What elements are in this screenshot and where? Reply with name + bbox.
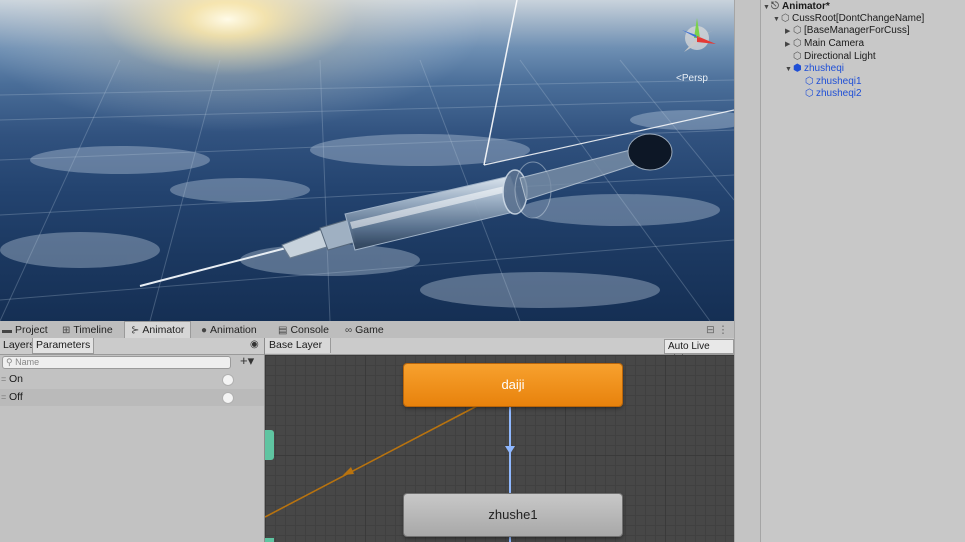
animation-icon: ● [201,325,208,336]
bottom-tab-bar: ▬ Project ⊞ Timeline ⊱ Animator ● Animation … [0,321,734,339]
tab-parameters[interactable]: Parameters [32,338,95,354]
parameters-panel: Layers Parameters ◉ ⚲ Name +▾ = On = Off [0,338,265,542]
tab-timeline[interactable]: ⊞ Timeline [62,322,113,338]
parameter-search-input[interactable]: ⚲ Name [2,356,231,369]
state-zhushe1[interactable]: zhushe1 [404,494,622,536]
hierarchy-panel: ▼⎋ Animator* ▼⬡ CussRoot[DontChangeName] ▶… [760,0,965,542]
tab-menu-icon[interactable]: ⊟ ⋮ [706,322,728,338]
tab-game[interactable]: ∞ Game [345,322,384,338]
panel-divider[interactable] [734,0,761,542]
hierarchy-item-cussroot[interactable]: ▼⬡ CussRoot[DontChangeName] [773,13,924,25]
drag-handle-icon[interactable]: = [1,389,6,406]
expand-arrow-icon[interactable]: ▼ [773,14,781,26]
collapse-arrow-icon[interactable]: ▶ [785,26,793,38]
scene-view[interactable]: <Persp [0,0,734,321]
gameobject-icon: ⬡ [793,51,802,62]
tab-console[interactable]: ▤ Console [278,322,329,338]
animator-icon: ⊱ [131,325,140,336]
scene-render [0,0,734,321]
trigger-radio[interactable] [222,374,234,386]
animator-header: Base Layer Auto Live Link [265,338,734,365]
hierarchy-item-zhusheqi1[interactable]: ⬡ zhusheqi1 [805,76,862,88]
expand-arrow-icon[interactable]: ▼ [785,64,793,76]
hierarchy-item-directional-light[interactable]: ⬡ Directional Light [793,51,876,63]
hierarchy-item-zhusheqi[interactable]: ▼⬢ zhusheqi [785,63,844,75]
expand-arrow-icon[interactable]: ▼ [763,2,771,14]
hierarchy-item-main-camera[interactable]: ▶ ⬡ Main Camera [785,38,864,50]
trigger-radio[interactable] [222,392,234,404]
parameter-row-on[interactable]: = On [0,371,264,388]
state-daiji[interactable]: daiji [404,364,622,406]
persp-label[interactable]: <Persp [676,73,708,84]
collapse-arrow-icon[interactable]: ▶ [785,39,793,51]
tab-animation[interactable]: ● Animation [201,322,257,338]
prefab-icon: ⬡ [805,76,814,87]
tab-animator[interactable]: ⊱ Animator [124,321,192,338]
gameobject-icon: ⬡ [781,13,790,24]
transition-arrow-icon [343,467,354,475]
console-icon: ▤ [278,325,288,336]
timeline-icon: ⊞ [62,325,71,336]
parameter-row-off[interactable]: = Off [0,389,264,406]
prefab-icon: ⬢ [793,63,802,74]
search-icon: ⚲ [6,357,13,367]
hierarchy-root[interactable]: ▼⎋ Animator* [763,1,830,13]
animator-graph[interactable]: daiji zhushe1 [265,355,734,542]
auto-live-link-button[interactable]: Auto Live Link [664,339,734,365]
eye-icon[interactable]: ◉ [250,339,259,350]
entry-node[interactable] [265,430,274,460]
hierarchy-item-zhusheqi2[interactable]: ⬡ zhusheqi2 [805,88,862,100]
gameobject-icon: ⬡ [793,38,802,49]
tab-project[interactable]: ▬ Project [2,322,48,338]
folder-icon: ▬ [2,325,12,336]
hierarchy-item-basemanager[interactable]: ▶ ⬡ [BaseManagerForCuss] [785,25,910,37]
game-icon: ∞ [345,325,353,336]
params-tabs: Layers Parameters ◉ [0,338,264,355]
scene-icon: ⎋ [771,1,779,12]
transition-arrow-icon [505,446,515,454]
drag-handle-icon[interactable]: = [1,371,6,388]
gameobject-icon: ⬡ [793,25,802,36]
add-parameter-button[interactable]: +▾ [240,353,254,369]
exit-node[interactable] [265,538,274,542]
prefab-icon: ⬡ [805,88,814,99]
breadcrumb-base-layer[interactable]: Base Layer [265,338,332,353]
